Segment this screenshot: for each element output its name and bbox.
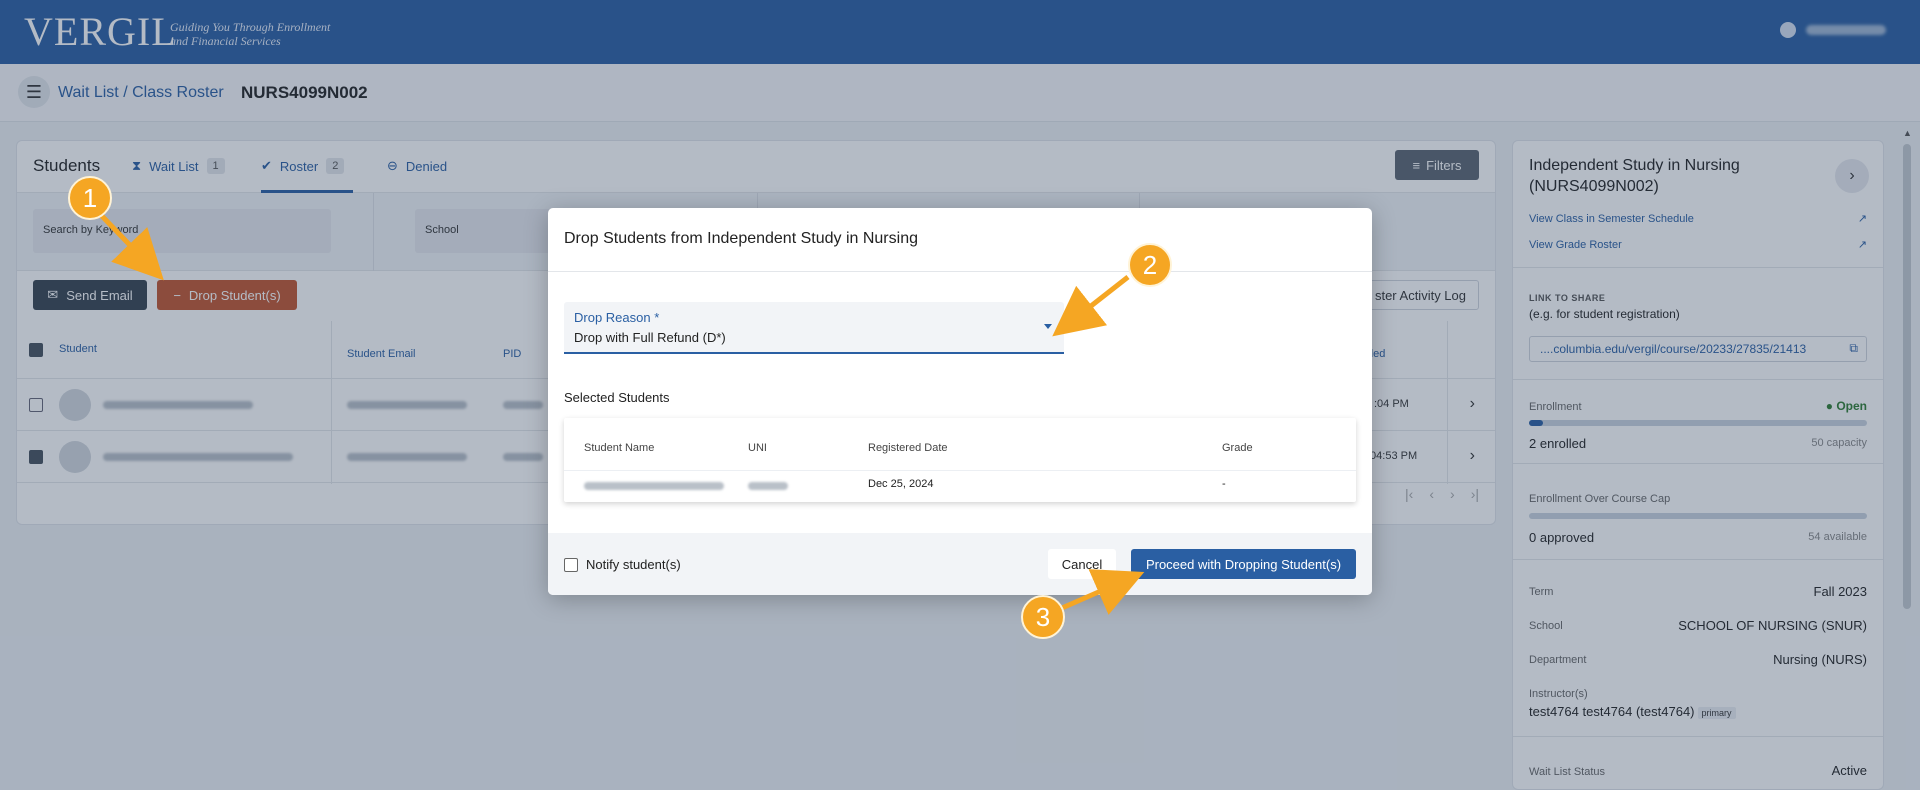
proceed-drop-button[interactable]: Proceed with Dropping Student(s)	[1131, 549, 1356, 579]
drop-students-dialog: Drop Students from Independent Study in …	[548, 208, 1372, 595]
selected-students-table: Student Name UNI Registered Date Grade D…	[564, 418, 1356, 502]
drop-reason-value: Drop with Full Refund (D*)	[574, 330, 726, 345]
notify-students-checkbox[interactable]: Notify student(s)	[564, 557, 681, 572]
col-uni: UNI	[748, 442, 767, 454]
cancel-button[interactable]: Cancel	[1048, 549, 1116, 579]
registered-date-value: Dec 25, 2024	[868, 478, 934, 490]
grade-value: -	[1222, 478, 1226, 490]
dialog-footer: Notify student(s) Cancel Proceed with Dr…	[548, 533, 1372, 595]
notify-label: Notify student(s)	[586, 557, 681, 572]
student-name-redacted	[584, 482, 724, 490]
dropdown-caret-icon[interactable]	[1044, 324, 1052, 329]
col-grade: Grade	[1222, 442, 1253, 454]
dialog-title: Drop Students from Independent Study in …	[564, 230, 918, 247]
notify-checkbox-box[interactable]	[564, 557, 578, 572]
step-marker-1: 1	[68, 176, 112, 220]
drop-reason-label: Drop Reason *	[574, 310, 660, 325]
uni-redacted	[748, 482, 788, 490]
selected-students-title: Selected Students	[564, 390, 670, 405]
step-marker-3: 3	[1021, 595, 1065, 639]
row-divider	[564, 470, 1356, 471]
drop-reason-select[interactable]: Drop Reason * Drop with Full Refund (D*)	[564, 302, 1064, 354]
col-student-name: Student Name	[584, 442, 655, 454]
dialog-header: Drop Students from Independent Study in …	[548, 208, 1372, 272]
col-registered-date: Registered Date	[868, 442, 948, 454]
step-marker-2: 2	[1128, 243, 1172, 287]
